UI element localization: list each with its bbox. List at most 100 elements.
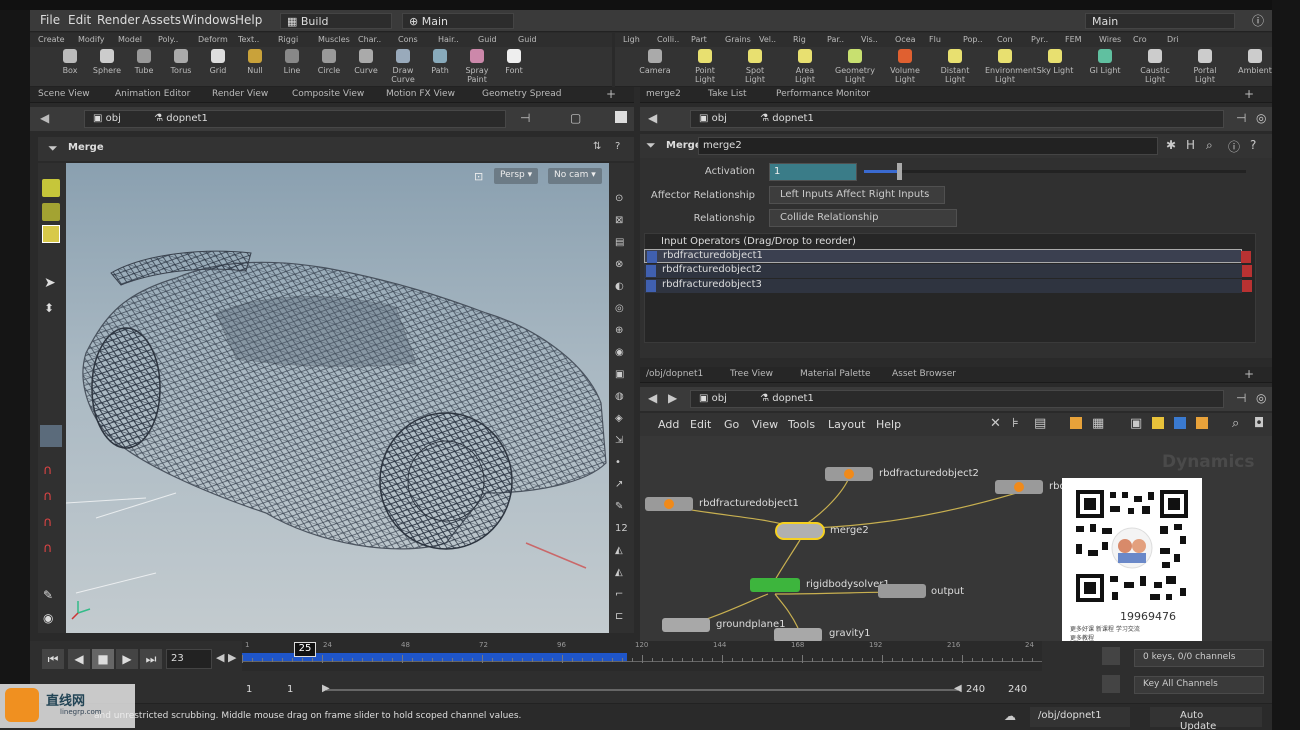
shelf-tool-spray-paint[interactable]: Spray Paint (457, 49, 497, 84)
shelf-tool-caustic-light[interactable]: Caustic Light (1135, 49, 1175, 84)
shelf-tab[interactable]: Pyr.. (1031, 35, 1048, 44)
shelf-tab[interactable]: Con (997, 35, 1013, 44)
shelf-tool-spot-light[interactable]: Spot Light (735, 49, 775, 84)
shelf-tool-camera[interactable]: Camera (635, 49, 675, 75)
play-reverse-button[interactable]: ◀ (68, 649, 90, 669)
status-path[interactable]: /obj/dopnet1 (1030, 707, 1130, 727)
viewport-tool-icon[interactable]: ↗ (615, 479, 623, 490)
image-icon[interactable]: ▣ (1130, 416, 1142, 431)
shelf-tab[interactable]: Guid (518, 35, 537, 44)
path-field[interactable]: ▣ obj ⚗ dopnet1 (690, 110, 1224, 128)
shelf-tab[interactable]: Modify (78, 35, 105, 44)
node-rbdfracturedobject3[interactable] (995, 480, 1043, 494)
pin-icon[interactable]: ⊣ (1236, 391, 1246, 405)
viewport-tool-icon[interactable]: ⊏ (615, 611, 623, 622)
activation-slider[interactable] (864, 170, 1246, 173)
viewport-tool-icon[interactable]: ⇲ (615, 435, 623, 446)
step-forward-icon[interactable]: ▶ (228, 651, 236, 664)
keys-field[interactable]: 0 keys, 0/0 channels (1134, 649, 1264, 667)
scene-viewport[interactable]: ⊡ Persp ▾ No cam ▾ (66, 163, 609, 633)
current-frame-marker[interactable]: 25 (294, 642, 316, 657)
remove-icon[interactable] (1241, 251, 1251, 263)
network-menu-tools[interactable]: Tools (788, 418, 815, 431)
move-icon[interactable]: ⬍ (44, 301, 54, 315)
viewport-tool-icon[interactable]: ⊕ (615, 325, 623, 336)
camera-menu[interactable]: No cam ▾ (548, 168, 602, 184)
network-menu-edit[interactable]: Edit (690, 418, 711, 431)
drag-handle-icon[interactable] (646, 265, 656, 277)
viewport-tool-icon[interactable]: ✎ (615, 501, 623, 512)
shelf-tab[interactable]: Flu (929, 35, 941, 44)
shelf-tab[interactable]: Ocea (895, 35, 916, 44)
remove-icon[interactable] (1242, 265, 1252, 277)
search-icon[interactable]: ⌕ (1232, 416, 1239, 431)
select-icon[interactable] (42, 179, 60, 197)
node-gravity1[interactable] (774, 628, 822, 641)
viewport-tool-icon[interactable]: ⊗ (615, 259, 623, 270)
relationship-dropdown[interactable]: Collide Relationship (769, 209, 957, 227)
shelf-tool-point-light[interactable]: Point Light (685, 49, 725, 84)
shelf-tab[interactable]: Part (691, 35, 707, 44)
gear-icon[interactable]: ✱ (1166, 138, 1176, 152)
tab-render-view[interactable]: Render View (212, 89, 268, 99)
play-button[interactable]: ▶ (116, 649, 138, 669)
viewport-tool-icon[interactable]: ◉ (615, 347, 624, 358)
shelf-tool-portal-light[interactable]: Portal Light (1185, 49, 1225, 84)
viewport-tool-icon[interactable]: ⊠ (615, 215, 623, 226)
activation-slider-handle[interactable] (897, 163, 902, 180)
activation-field[interactable]: 1 (769, 163, 857, 181)
snap-point-icon[interactable]: ∩ (43, 515, 53, 530)
snap-prim-icon[interactable]: ∩ (43, 489, 53, 504)
persp-menu[interactable]: Persp ▾ (494, 168, 539, 184)
shelf-tool-torus[interactable]: Torus (161, 49, 201, 75)
view-icon[interactable] (40, 425, 62, 447)
range-end-handle[interactable]: ◀ (954, 683, 962, 694)
shelf-tab[interactable]: Grains (725, 35, 751, 44)
grid-icon[interactable] (1070, 417, 1082, 429)
shelf-tab[interactable]: Par.. (827, 35, 844, 44)
shelf-tab[interactable]: Pop.. (963, 35, 983, 44)
shelf-tool-font[interactable]: Font (494, 49, 534, 75)
channel-icon[interactable] (1102, 647, 1120, 665)
node-rbdfracturedobject1[interactable] (645, 497, 693, 511)
network-menu-layout[interactable]: Layout (828, 418, 865, 431)
display-toggle-icon[interactable] (615, 111, 627, 123)
shelf-tool-gi-light[interactable]: GI Light (1085, 49, 1125, 75)
shelf-tab[interactable]: FEM (1065, 35, 1082, 44)
node-rbdfracturedobject2[interactable] (825, 467, 873, 481)
sphere-icon[interactable]: ◉ (43, 611, 53, 625)
viewport-tool-icon[interactable]: • (615, 457, 621, 468)
main-dropdown[interactable]: Main (1085, 13, 1235, 29)
shelf-tool-box[interactable]: Box (50, 49, 90, 75)
shelf-tab[interactable]: Rig (793, 35, 806, 44)
network-menu-add[interactable]: Add (658, 418, 679, 431)
list-icon[interactable]: ▦ (1092, 416, 1104, 431)
drag-handle-icon[interactable] (647, 251, 657, 263)
shelf-tab[interactable]: Model (118, 35, 142, 44)
shelf-tab[interactable]: Riggi (278, 35, 298, 44)
layout-icon[interactable]: ▢ (570, 111, 581, 125)
paint-icon[interactable]: ✎ (43, 588, 53, 602)
h-icon[interactable]: H (1186, 138, 1195, 152)
list-item[interactable]: rbdfracturedobject2 (644, 264, 1252, 278)
forward-arrow-icon[interactable]: ▶ (668, 391, 677, 405)
back-arrow-icon[interactable]: ◀ (648, 111, 657, 125)
menu-help[interactable]: Help (235, 13, 262, 27)
key-all-dropdown[interactable]: Key All Channels (1134, 676, 1264, 694)
shelf-tab[interactable]: Char.. (358, 35, 381, 44)
tab-tree-view[interactable]: Tree View (730, 369, 773, 379)
menu-file[interactable]: File (40, 13, 60, 27)
viewport-tool-icon[interactable]: ◐ (615, 281, 624, 292)
help-icon[interactable]: ⓘ (1252, 12, 1264, 29)
shelf-tool-distant-light[interactable]: Distant Light (935, 49, 975, 84)
viewport-tool-icon[interactable]: ▤ (615, 237, 624, 248)
camera-icon[interactable]: ◘ (1254, 416, 1264, 431)
viewport-tool-icon[interactable]: ◍ (615, 391, 624, 402)
tab--obj-dopnet1[interactable]: /obj/dopnet1 (646, 369, 703, 379)
menu-edit[interactable]: Edit (68, 13, 91, 27)
add-tab-icon[interactable]: + (1244, 87, 1254, 101)
tree-icon[interactable]: ⊧ (1012, 416, 1019, 431)
menu-windows[interactable]: Windows (182, 13, 236, 27)
tab-take-list[interactable]: Take List (708, 89, 747, 99)
help-icon[interactable]: ? (615, 141, 620, 152)
